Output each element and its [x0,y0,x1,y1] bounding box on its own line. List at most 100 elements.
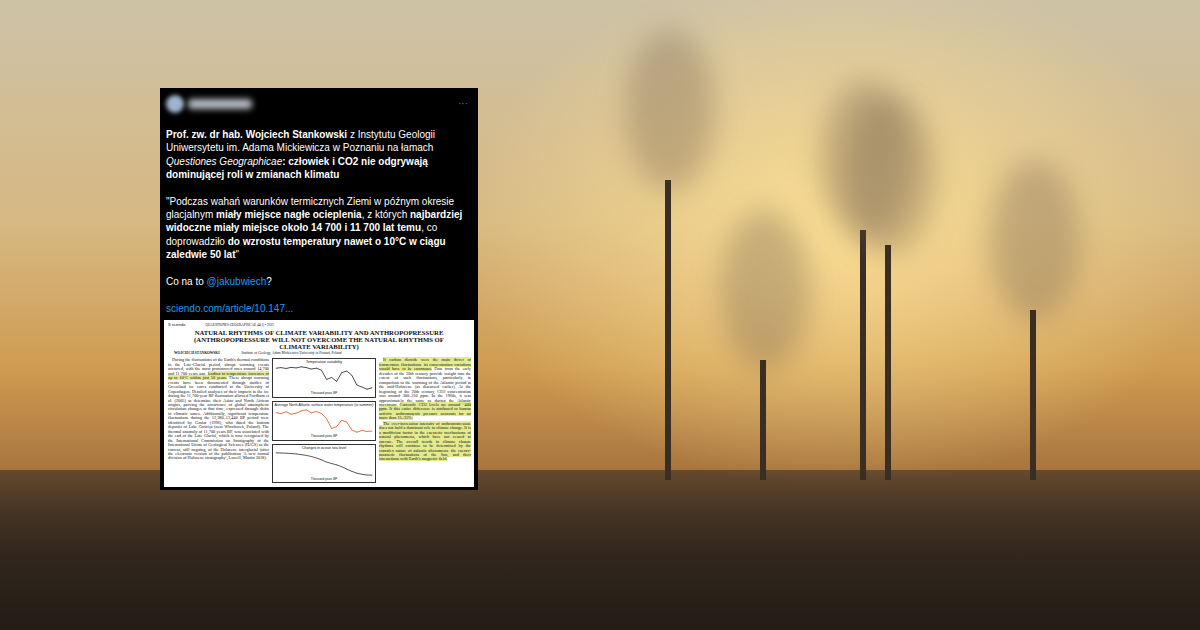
text-segment: miały miejsce nagłe ocieplenia [216,209,362,220]
text-segment: Questiones Geographicae [166,156,282,167]
data-point [295,412,297,414]
segment-text: , z których [362,209,410,220]
data-point [305,409,307,411]
ground [0,470,1200,630]
data-point [326,418,328,420]
data-point [331,377,333,379]
article-link[interactable]: sciendo.com/article/10.147... [164,302,474,315]
text-segment: Prof. zw. dr hab. Wojciech Stankowski [166,129,347,140]
chart-title: Temperature variability [274,360,374,364]
paper-title: NATURAL RHYTHMS OF CLIMATE VARIABILITY A… [186,329,452,350]
chimney [665,180,671,480]
data-point [346,371,348,373]
text-segment: Data from the early decades of the 20th … [379,366,471,407]
segment-text[interactable]: @jakubwiech [207,276,267,287]
segment-text: Data from the early decades of the 20th … [379,366,471,407]
data-point [280,367,282,369]
text-segment: " [235,249,239,260]
more-button[interactable]: ··· [458,98,472,110]
data-point [366,474,368,476]
author-name: WOJCIECH STANKOWSKI [174,351,220,355]
chart-title: Changes in ocean sea level [274,446,374,450]
data-point [305,367,307,369]
chart-title: Average North Atlantic surface water tem… [274,403,374,407]
data-point [351,470,353,472]
chimney [1030,310,1036,480]
data-point [326,461,328,463]
series-line [276,410,372,432]
data-point [300,453,302,455]
tweet-header: ··· [164,94,474,114]
chart: Temperature variabilityThousand years BP [272,358,376,398]
segment-text: miały miejsce nagłe ocieplenia [216,209,362,220]
background-photo: ··· Prof. zw. dr hab. Wojciech Stankowski… [0,0,1200,630]
data-point [341,372,343,374]
paper-preview[interactable]: SsciendoQUAESTIONES GEOGRAPHICAE 44(1) •… [164,320,474,487]
segment-text: These abrupt warming events have been do… [168,375,269,460]
data-point [346,468,348,470]
data-point [295,368,297,370]
data-point [321,370,323,372]
chimney [760,360,766,480]
chart-plot [274,407,374,435]
column-paragraph: The ever-increasing intensity of anthrop… [379,422,471,462]
tweet-text: Prof. zw. dr hab. Wojciech Stankowski z … [164,128,474,301]
data-point [311,455,313,457]
chimney [885,245,891,480]
text-column: During the fluctuations of the Earth's t… [168,358,269,461]
data-point [316,368,318,370]
data-point [346,421,348,423]
data-point [300,366,302,368]
data-point [336,464,338,466]
paper-columns: During the fluctuations of the Earth's t… [168,358,470,483]
data-point [351,375,353,377]
data-point [371,387,373,389]
smoke [720,210,810,370]
chart: Average North Atlantic surface water tem… [272,401,376,441]
mention-link[interactable]: @jakubwiech [207,276,267,287]
x-axis-label: Thousand years BP [274,435,374,439]
data-point [336,426,338,428]
chimney [860,230,866,480]
data-point [361,430,363,432]
data-point [275,452,277,454]
logo-mark: S [168,323,171,327]
affiliation: Institute of Geology, Adam Mickiewicz Un… [242,351,342,355]
smoke [625,30,715,190]
data-point [285,368,287,370]
data-point [356,431,358,433]
data-point [290,414,292,416]
segment-text: Prof. zw. dr hab. Wojciech Stankowski [166,129,347,140]
tweet-paragraph: Prof. zw. dr hab. Wojciech Stankowski z … [166,128,472,182]
chart-plot [274,450,374,478]
data-point [275,368,277,370]
data-point [275,412,277,414]
data-point [290,452,292,454]
logo-text: sciendo [172,323,186,327]
tweet-paragraph: Co na to @jakubwiech? [166,275,472,288]
x-axis-label: Thousand years BP [274,478,374,482]
data-point [295,453,297,455]
data-point [311,369,313,371]
tweet-card[interactable]: ··· Prof. zw. dr hab. Wojciech Stankowski… [160,88,478,490]
data-point [316,457,318,459]
data-point [321,459,323,461]
tweet-paragraph: "Podczas wahań warunków termicznych Ziem… [166,195,472,262]
column-paragraph: If carbon dioxide were the main driver o… [379,358,471,420]
data-point [366,431,368,433]
avatar-icon[interactable] [166,95,184,113]
data-point [321,413,323,415]
data-point [285,452,287,454]
series-line [276,367,372,389]
data-point [341,419,343,421]
data-point [316,411,318,413]
data-point [351,429,353,431]
data-point [280,413,282,415]
text-column: If carbon dioxide were the main driver o… [379,358,471,462]
data-point [331,428,333,430]
paper-header: SsciendoQUAESTIONES GEOGRAPHICAE 44(1) •… [168,323,470,327]
data-point [336,381,338,383]
sciendo-logo: Ssciendo [168,323,185,327]
author[interactable] [166,95,252,113]
text-segment: ? [266,276,272,287]
